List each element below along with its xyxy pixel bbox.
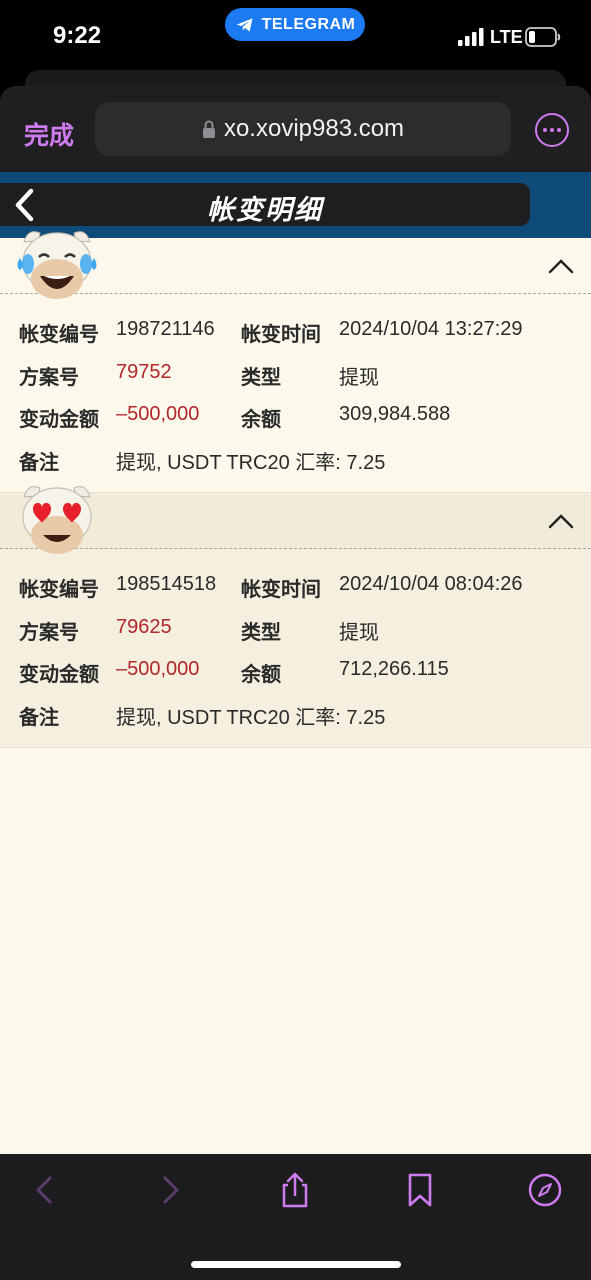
label-remark: 备注 bbox=[19, 707, 59, 729]
value-plan-no: 79625 bbox=[116, 616, 172, 638]
row-id-time: 帐变编号 198514518 帐变时间 2024/10/04 08:04:26 bbox=[0, 573, 591, 603]
value-plan-no: 79752 bbox=[116, 361, 172, 383]
done-button[interactable]: 完成 bbox=[24, 116, 74, 152]
header-bar: 帐变明细 bbox=[0, 183, 530, 226]
card-header[interactable] bbox=[0, 231, 591, 299]
ellipsis-icon bbox=[543, 128, 547, 132]
value-type: 提现 bbox=[339, 622, 379, 644]
row-amount-balance: 变动金额 –500,000 余额 712,266.115 bbox=[0, 658, 591, 688]
label-balance: 余额 bbox=[241, 664, 281, 686]
label-change-id: 帐变编号 bbox=[19, 324, 99, 346]
row-amount-balance: 变动金额 –500,000 余额 309,984.588 bbox=[0, 403, 591, 433]
value-change-id: 198514518 bbox=[116, 573, 217, 595]
row-remark: 备注 提现, USDT TRC20 汇率: 7.25 bbox=[0, 446, 591, 476]
label-change-time: 帐变时间 bbox=[241, 579, 321, 601]
transaction-list: 帐变编号 198721146 帐变时间 2024/10/04 13:27:29 … bbox=[0, 231, 591, 1154]
home-indicator bbox=[191, 1261, 401, 1268]
more-options-button[interactable] bbox=[535, 113, 569, 147]
back-icon[interactable] bbox=[27, 1171, 63, 1209]
compass-icon[interactable] bbox=[527, 1171, 563, 1209]
lock-icon bbox=[202, 120, 215, 138]
forward-icon[interactable] bbox=[152, 1171, 188, 1209]
back-app-label: TELEGRAM bbox=[261, 15, 356, 33]
label-type: 类型 bbox=[241, 622, 281, 644]
chevron-up-icon[interactable] bbox=[548, 258, 574, 274]
value-balance: 712,266.115 bbox=[339, 658, 449, 680]
row-plan-type: 方案号 79625 类型 提现 bbox=[0, 616, 591, 646]
status-time: 9:22 bbox=[53, 22, 102, 49]
network-type: LTE bbox=[490, 27, 523, 47]
status-bar: 9:22 TELEGRAM LTE bbox=[0, 0, 591, 70]
value-type: 提现 bbox=[339, 367, 379, 389]
share-icon[interactable] bbox=[277, 1171, 313, 1209]
value-change-id: 198721146 bbox=[116, 318, 215, 340]
value-amount: –500,000 bbox=[116, 403, 200, 425]
card-header[interactable] bbox=[0, 486, 591, 554]
label-amount: 变动金额 bbox=[19, 664, 99, 686]
label-amount: 变动金额 bbox=[19, 409, 99, 431]
label-plan-no: 方案号 bbox=[19, 622, 79, 644]
label-change-id: 帐变编号 bbox=[19, 579, 99, 601]
cow-heart-eyes-icon bbox=[22, 486, 92, 554]
value-balance: 309,984.588 bbox=[339, 403, 451, 425]
url-field[interactable]: xo.xovip983.com bbox=[95, 102, 511, 156]
value-change-time: 2024/10/04 08:04:26 bbox=[339, 573, 523, 595]
label-type: 类型 bbox=[241, 367, 281, 389]
cellular-signal-icon bbox=[458, 28, 484, 46]
label-remark: 备注 bbox=[19, 452, 59, 474]
chevron-up-icon[interactable] bbox=[548, 513, 574, 529]
url-text: xo.xovip983.com bbox=[223, 115, 405, 142]
transaction-card: 帐变编号 198721146 帐变时间 2024/10/04 13:27:29 … bbox=[0, 231, 591, 492]
value-change-time: 2024/10/04 13:27:29 bbox=[339, 318, 523, 340]
value-remark: 提现, USDT TRC20 汇率: 7.25 bbox=[116, 707, 386, 729]
row-id-time: 帐变编号 198721146 帐变时间 2024/10/04 13:27:29 bbox=[0, 318, 591, 348]
row-plan-type: 方案号 79752 类型 提现 bbox=[0, 361, 591, 391]
browser-toolbar bbox=[0, 1154, 591, 1280]
page-title: 帐变明细 bbox=[207, 195, 323, 225]
label-change-time: 帐变时间 bbox=[241, 324, 321, 346]
cow-laughing-tears-icon bbox=[17, 231, 97, 299]
back-to-telegram-button[interactable]: TELEGRAM bbox=[225, 8, 365, 41]
value-amount: –500,000 bbox=[116, 658, 200, 680]
row-remark: 备注 提现, USDT TRC20 汇率: 7.25 bbox=[0, 701, 591, 731]
browser-top-bar: 完成 xo.xovip983.com bbox=[0, 86, 591, 172]
label-balance: 余额 bbox=[241, 409, 281, 431]
telegram-icon bbox=[236, 17, 253, 32]
bookmarks-icon[interactable] bbox=[402, 1171, 438, 1209]
label-plan-no: 方案号 bbox=[19, 367, 79, 389]
transaction-card: 帐变编号 198514518 帐变时间 2024/10/04 08:04:26 … bbox=[0, 486, 591, 748]
battery-icon bbox=[525, 27, 561, 47]
value-remark: 提现, USDT TRC20 汇率: 7.25 bbox=[116, 452, 386, 474]
